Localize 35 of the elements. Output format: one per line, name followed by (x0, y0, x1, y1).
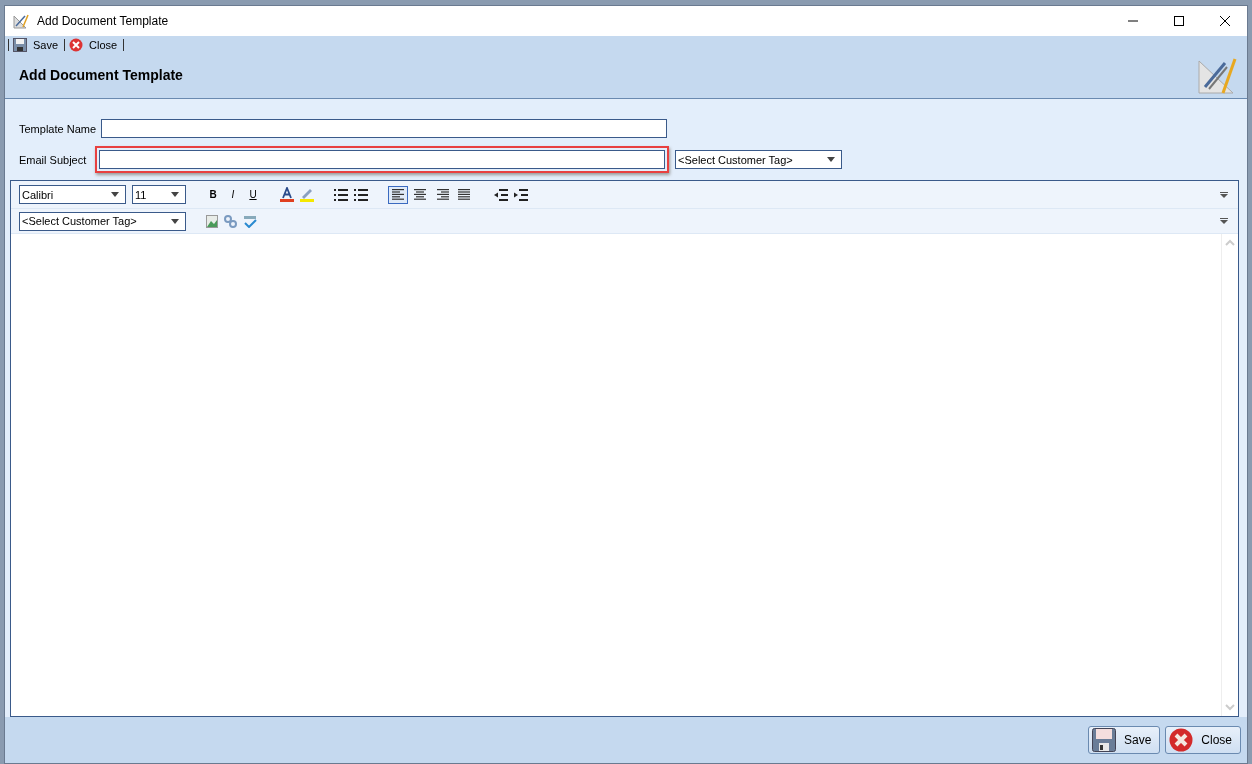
font-color-icon[interactable] (280, 187, 294, 202)
customer-tag-dropdown[interactable]: <Select Customer Tag> (675, 150, 842, 169)
drafting-tools-icon (13, 13, 29, 29)
toolbar-overflow-icon[interactable] (1220, 191, 1228, 198)
format-button[interactable]: U (246, 189, 260, 200)
outdent-icon[interactable] (494, 188, 508, 201)
field-label: Template Name (19, 122, 97, 135)
numbered-list-icon[interactable] (354, 188, 368, 201)
footer-button[interactable]: Save (1087, 726, 1161, 754)
link-icon[interactable] (224, 214, 237, 228)
caret-icon[interactable] (171, 218, 179, 224)
maximize-icon[interactable] (1173, 15, 1185, 27)
footer-button[interactable]: Close (1165, 726, 1241, 754)
caret-icon[interactable] (111, 192, 119, 197)
indent-icon[interactable] (514, 188, 528, 201)
image-icon[interactable] (206, 214, 218, 228)
template-name-field[interactable] (101, 119, 667, 138)
bulleted-list-icon[interactable] (334, 188, 348, 201)
spellcheck-icon[interactable] (243, 214, 257, 228)
caret-icon[interactable] (171, 192, 179, 197)
page-heading: Add Document Template (19, 67, 183, 83)
toolbar-button[interactable]: Save (31, 39, 61, 51)
close-icon (1169, 728, 1194, 752)
format-button[interactable]: I (226, 189, 240, 200)
toolbar-overflow-icon[interactable] (1220, 218, 1228, 224)
caret-icon[interactable] (827, 157, 835, 162)
toolbar-button[interactable]: Close (87, 39, 120, 51)
close-icon[interactable] (1219, 15, 1231, 27)
customer-tag-dropdown[interactable]: <Select Customer Tag> (19, 211, 186, 231)
window-title: Add Document Template (37, 14, 169, 28)
font-dropdown[interactable]: Calibri (19, 185, 126, 204)
format-button[interactable]: B (206, 189, 220, 200)
field-label: Email Subject (19, 153, 88, 166)
font-size-dropdown[interactable]: 11 (132, 185, 186, 204)
align-left-button[interactable] (388, 185, 408, 204)
